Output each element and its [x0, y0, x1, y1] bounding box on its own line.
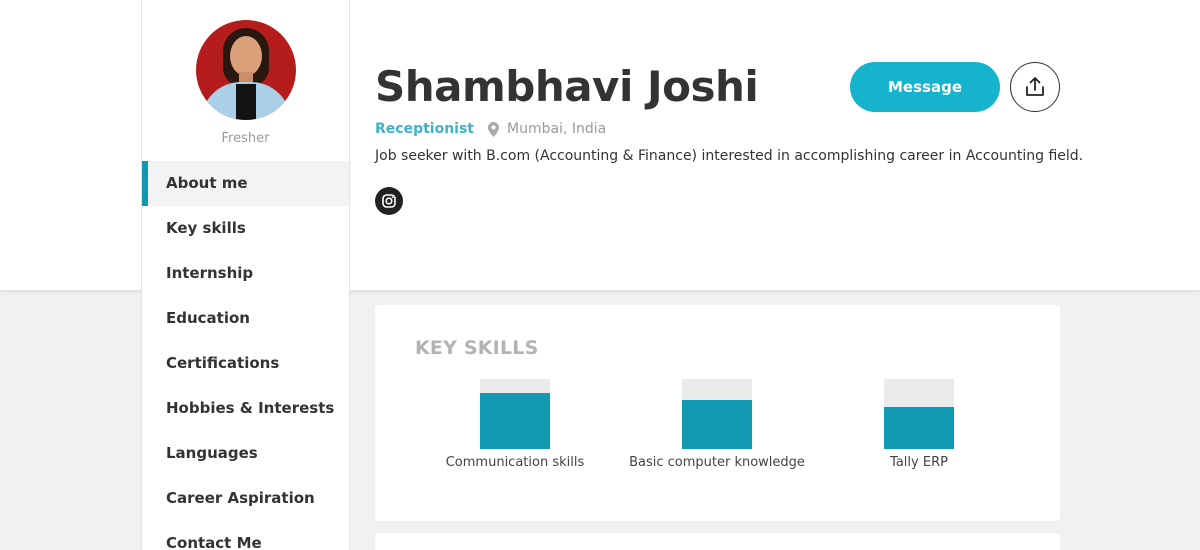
status-label: Fresher [221, 131, 270, 146]
sidebar-nav: About me Key skills Internship Education… [142, 161, 349, 550]
next-section-card [375, 533, 1060, 550]
skill-bar-track [480, 379, 550, 449]
skill-label: Basic computer knowledge [629, 455, 805, 470]
skill-item: Tally ERP [819, 379, 1019, 470]
profile-meta: Receptionist Mumbai, India [375, 121, 606, 137]
skill-bar-fill [682, 400, 752, 449]
avatar [196, 20, 296, 120]
sidebar-item-key-skills[interactable]: Key skills [142, 206, 349, 251]
sidebar-item-certifications[interactable]: Certifications [142, 341, 349, 386]
profile-bio: Job seeker with B.com (Accounting & Fina… [375, 148, 1084, 164]
sidebar-item-about-me[interactable]: About me [142, 161, 349, 206]
sidebar-item-career-aspiration[interactable]: Career Aspiration [142, 476, 349, 521]
instagram-icon[interactable] [375, 187, 403, 215]
sidebar-item-education[interactable]: Education [142, 296, 349, 341]
sidebar-item-hobbies[interactable]: Hobbies & Interests [142, 386, 349, 431]
skill-bar-track [682, 379, 752, 449]
skill-bar-track [884, 379, 954, 449]
profile-location: Mumbai, India [507, 121, 607, 137]
skill-item: Communication skills [415, 379, 615, 470]
sidebar: Fresher About me Key skills Internship E… [141, 0, 350, 550]
location-pin-icon [488, 121, 499, 137]
skill-label: Tally ERP [890, 455, 948, 470]
skill-item: Basic computer knowledge [617, 379, 817, 470]
sidebar-item-languages[interactable]: Languages [142, 431, 349, 476]
skill-bar-fill [884, 407, 954, 449]
share-icon[interactable] [1010, 62, 1060, 112]
sidebar-item-internship[interactable]: Internship [142, 251, 349, 296]
profile-name: Shambhavi Joshi [375, 62, 759, 111]
skill-bar-fill [480, 393, 550, 449]
message-button[interactable]: Message [850, 62, 1000, 112]
skill-label: Communication skills [445, 455, 585, 470]
key-skills-title: KEY SKILLS [415, 337, 539, 359]
key-skills-card: KEY SKILLS Communication skills Basic co… [375, 305, 1060, 521]
profile-role[interactable]: Receptionist [375, 121, 474, 137]
sidebar-item-contact-me[interactable]: Contact Me [142, 521, 349, 550]
